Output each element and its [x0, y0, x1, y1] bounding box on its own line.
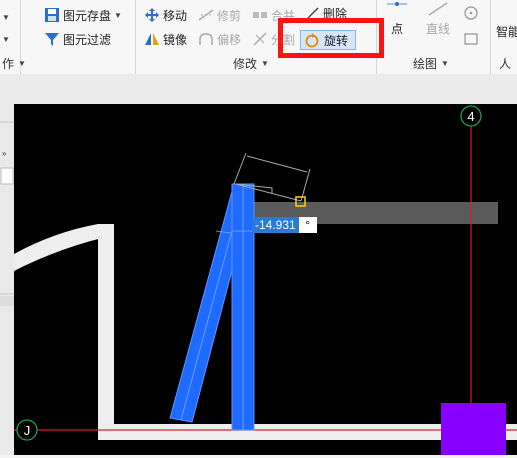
- group-modify-label: 修改: [233, 56, 258, 71]
- line-icon: [428, 2, 448, 16]
- point-label: 点: [390, 22, 403, 36]
- group-label-person: 人: [499, 54, 511, 72]
- rectangle-button[interactable]: [463, 30, 479, 48]
- save-element-label: 图元存盘: [63, 8, 112, 23]
- trim-label: 修剪: [217, 8, 242, 23]
- rectangle-icon: [464, 33, 478, 45]
- group-label-prev: 作 ▼: [2, 54, 26, 72]
- panel-tab[interactable]: [0, 167, 14, 185]
- circle-icon: [464, 6, 478, 20]
- split-icon: [253, 32, 267, 46]
- group-prev-label: 作: [2, 56, 15, 71]
- smart-label: 智能: [496, 24, 517, 39]
- save-element-button[interactable]: 图元存盘 ▼: [44, 6, 122, 24]
- move-label: 移动: [163, 8, 188, 23]
- save-icon: [45, 8, 59, 22]
- move-icon: [145, 8, 159, 22]
- offset-icon: [199, 33, 213, 45]
- mirror-button[interactable]: 镜像: [144, 30, 187, 48]
- group-label-modify: 修改 ▼: [233, 54, 269, 72]
- left-panel: »: [0, 104, 15, 455]
- chevron-down-icon: ▼: [114, 10, 122, 20]
- collapsed-button[interactable]: ▼: [2, 8, 10, 26]
- wall-arc: [14, 224, 102, 271]
- point-icon: [387, 2, 407, 6]
- ribbon: ▼ ▼ 图元存盘 ▼ 图元过滤 移动 修剪 合并 删除 镜像 偏移 分割 旋转 …: [0, 0, 517, 75]
- vertical-column: [231, 183, 255, 431]
- collapsed-button[interactable]: ▼: [2, 30, 10, 48]
- circle-button[interactable]: [463, 4, 479, 22]
- filter-icon: [45, 33, 59, 46]
- angle-input[interactable]: -14.931 °: [252, 217, 317, 233]
- group-person-label: 人: [499, 56, 512, 71]
- point-button[interactable]: 点: [386, 2, 408, 37]
- filter-element-button[interactable]: 图元过滤: [44, 30, 111, 48]
- axis-label-j: J: [24, 423, 31, 438]
- drawing-canvas[interactable]: 4 J -14.931 °: [14, 104, 517, 455]
- ribbon-separator: [135, 0, 136, 74]
- offset-label: 偏移: [217, 32, 242, 47]
- trim-icon: [198, 9, 214, 21]
- left-panel-graphics: »: [0, 121, 14, 306]
- chevron-down-icon: ▼: [261, 58, 269, 68]
- expand-icon[interactable]: »: [2, 149, 7, 158]
- canvas-graphics: 4 J: [14, 105, 517, 455]
- ribbon-separator: [490, 0, 491, 74]
- axis-label-4: 4: [467, 109, 474, 124]
- highlight-box: [278, 18, 384, 58]
- chevron-down-icon: ▼: [18, 58, 26, 68]
- filter-element-label: 图元过滤: [63, 32, 112, 47]
- group-draw-label: 绘图: [413, 56, 438, 71]
- angle-value[interactable]: -14.931: [252, 217, 299, 233]
- offset-button[interactable]: 偏移: [198, 30, 241, 48]
- smart-button[interactable]: 智能: [496, 22, 517, 40]
- line-label: 直线: [426, 22, 451, 36]
- toolbar-strip: [0, 74, 517, 105]
- trim-button[interactable]: 修剪: [198, 6, 241, 24]
- group-label-draw: 绘图 ▼: [413, 54, 449, 72]
- line-button[interactable]: 直线: [426, 2, 450, 37]
- merge-icon: [253, 12, 267, 18]
- angle-unit: °: [298, 217, 317, 233]
- selected-block: [441, 403, 506, 455]
- mirror-icon: [145, 33, 159, 45]
- wall-vertical: [98, 224, 114, 440]
- chevron-down-icon: ▼: [441, 58, 449, 68]
- move-button[interactable]: 移动: [144, 6, 187, 24]
- mirror-label: 镜像: [163, 32, 188, 47]
